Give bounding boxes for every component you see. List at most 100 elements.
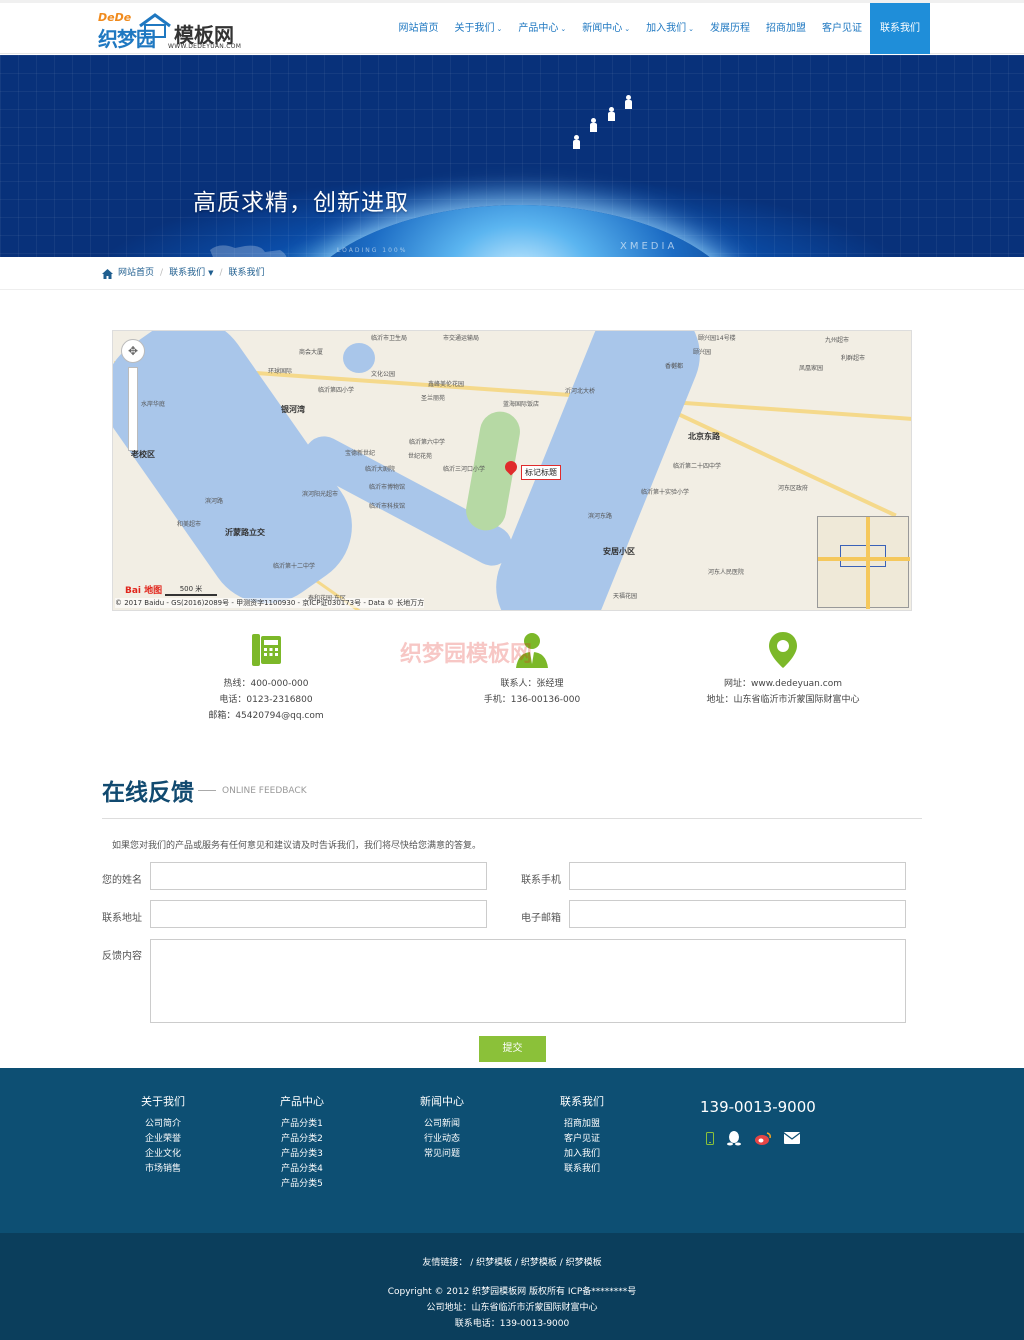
map-label: 颐兴园 [693, 349, 712, 356]
map-label: 颐兴园14号楼 [698, 335, 736, 342]
map-label: 九州超市 [825, 337, 850, 344]
footer-link[interactable]: 市场销售 [113, 1162, 213, 1177]
map-label: 水岸华庭 [141, 401, 166, 408]
footer-col-title[interactable]: 新闻中心 [392, 1093, 492, 1109]
footer-link[interactable]: 联系我们 [532, 1162, 632, 1177]
nav-item[interactable]: 发展历程 [702, 3, 758, 54]
footer-link[interactable]: 企业文化 [113, 1147, 213, 1162]
footer-address: 公司地址：山东省临沂市沂蒙国际财富中心 [426, 1303, 598, 1313]
footer-link[interactable]: 产品分类4 [252, 1162, 352, 1177]
footer-link[interactable]: 产品分类2 [252, 1132, 352, 1147]
banner-tag-loading: LOADING 100% [337, 247, 408, 254]
footer-link[interactable]: 产品分类1 [252, 1117, 352, 1132]
phone-input[interactable] [569, 862, 906, 890]
nav-item[interactable]: 关于我们 ⌄ [447, 3, 511, 54]
friend-links-label: 友情链接： [422, 1258, 468, 1268]
address-input[interactable] [150, 900, 487, 928]
footer-col-about: 关于我们公司简介 企业荣誉 企业文化 市场销售 [113, 1093, 213, 1177]
baidu-logo: Bai 地图 [125, 586, 163, 596]
content-label: 反馈内容 [102, 951, 142, 962]
contact-web-lines: 网址：www.dedeyuan.com 地址：山东省临沂市沂蒙国际财富中心 [673, 676, 893, 708]
footer-link[interactable]: 客户见证 [532, 1132, 632, 1147]
contact-line: 热线：400-000-000 [223, 679, 309, 689]
nav-item[interactable]: 联系我们 [870, 3, 930, 54]
friend-link[interactable]: 织梦模板 [521, 1258, 557, 1268]
breadcrumb-sep: / [219, 268, 223, 278]
footer-link[interactable]: 加入我们 [532, 1147, 632, 1162]
logo-url: WWW.DEDEYUAN.COM [168, 43, 242, 50]
nav-item-label: 新闻中心 [582, 23, 623, 34]
email-icon[interactable] [784, 1132, 800, 1144]
baidu-map[interactable]: ✥ 标记标题 Bai 地图 500 米 © 2017 Baidu - GS(20… [112, 330, 912, 611]
map-marker-label[interactable]: 标记标题 [521, 465, 561, 480]
qq-icon[interactable] [726, 1130, 742, 1146]
map-label: 和美超市 [177, 521, 202, 528]
contact-line: 手机：136-00136-000 [483, 695, 581, 705]
nav-item-label: 客户见证 [822, 23, 862, 34]
breadcrumb-section[interactable]: 联系我们 [169, 257, 205, 290]
footer-col-products: 产品中心产品分类1 产品分类2 产品分类3 产品分类4 产品分类5 [252, 1093, 352, 1192]
home-icon [102, 268, 113, 279]
map-label: 临沂三河口小学 [443, 466, 486, 473]
friend-link[interactable]: 织梦模板 [566, 1258, 602, 1268]
content-textarea[interactable] [150, 939, 906, 1023]
footer-link[interactable]: 行业动态 [392, 1132, 492, 1147]
nav-item-label: 联系我们 [880, 23, 920, 34]
map-label: 沂河北大桥 [565, 388, 596, 395]
nav-item[interactable]: 新闻中心 ⌄ [574, 3, 638, 54]
submit-button[interactable]: 提交 [479, 1036, 546, 1062]
footer-link[interactable]: 产品分类3 [252, 1147, 352, 1162]
map-label: 临沂大剧院 [365, 466, 396, 473]
contact-web-block: 网址：www.dedeyuan.com 地址：山东省临沂市沂蒙国际财富中心 [673, 630, 893, 708]
footer-copyright-block: Copyright © 2012 织梦园模板网 版权所有 ICP备*******… [0, 1284, 1024, 1332]
nav-item[interactable]: 产品中心 ⌄ [510, 3, 574, 54]
footer-col-title[interactable]: 产品中心 [252, 1093, 352, 1109]
map-label: 文化公园 [371, 371, 396, 378]
footer-col-title[interactable]: 联系我们 [532, 1093, 632, 1109]
friend-link[interactable]: 织梦模板 [476, 1258, 512, 1268]
footer-col-news: 新闻中心公司新闻 行业动态 常见问题 [392, 1093, 492, 1162]
contact-line: 联系人：张经理 [500, 679, 564, 689]
nav-item[interactable]: 网站首页 [391, 3, 447, 54]
chevron-down-icon: ⌄ [496, 25, 503, 33]
footer-link[interactable]: 公司简介 [113, 1117, 213, 1132]
feedback-subtitle: ONLINE FEEDBACK [198, 786, 307, 796]
map-pan-control[interactable]: ✥ [121, 339, 145, 363]
footer-col-title[interactable]: 关于我们 [113, 1093, 213, 1109]
map-label: 利群超市 [841, 355, 866, 362]
map-label: 泰和花园·东区 [308, 595, 346, 602]
friend-links: 友情链接： / 织梦模板 / 织梦模板 / 织梦模板 [0, 1255, 1024, 1268]
phone-label: 联系手机 [521, 875, 561, 886]
footer-link[interactable]: 常见问题 [392, 1147, 492, 1162]
map-overview[interactable] [817, 516, 910, 609]
chevron-down-icon: ⌄ [688, 25, 694, 33]
map-label: 宝德新世纪 [345, 450, 376, 457]
map-label: 商会大厦 [299, 349, 324, 356]
map-label: 滨河东路 [588, 513, 613, 520]
nav-item[interactable]: 加入我们 ⌄ [638, 3, 702, 54]
link-separator: / [556, 1258, 566, 1268]
footer-link[interactable]: 企业荣誉 [113, 1132, 213, 1147]
name-input[interactable] [150, 862, 487, 890]
map-label: 环球国际 [268, 368, 293, 375]
nav-item[interactable]: 客户见证 [814, 3, 870, 54]
banner-tag-media: XMEDIA [620, 241, 678, 252]
footer-link[interactable]: 产品分类5 [252, 1177, 352, 1192]
map-label: 河东区政府 [778, 485, 809, 492]
map-label: 圣兰丽苑 [421, 395, 446, 402]
contact-phone-lines: 热线：400-000-000 电话：0123-2316800 邮箱：45420794… [156, 676, 376, 724]
mobile-icon[interactable] [706, 1131, 714, 1145]
breadcrumb-current: 联系我们 [228, 268, 265, 278]
footer-link[interactable]: 公司新闻 [392, 1117, 492, 1132]
footer-link[interactable]: 招商加盟 [532, 1117, 632, 1132]
breadcrumb-home[interactable]: 网站首页 [118, 257, 154, 290]
site-logo[interactable]: DeDe 织梦园 模板网 WWW.DEDEYUAN.COM [98, 11, 248, 51]
weibo-icon[interactable] [754, 1131, 772, 1146]
nav-item[interactable]: 招商加盟 [758, 3, 814, 54]
nav-item-label: 产品中心 [518, 23, 559, 34]
map-label: 香樾都 [665, 363, 684, 370]
map-zoom-slider[interactable] [128, 367, 138, 451]
map-copyright: © 2017 Baidu - GS(2016)2089号 - 甲测资字11009… [115, 598, 425, 608]
email-input[interactable] [569, 900, 906, 928]
map-label: 鑫峰美伦花园 [428, 381, 465, 388]
